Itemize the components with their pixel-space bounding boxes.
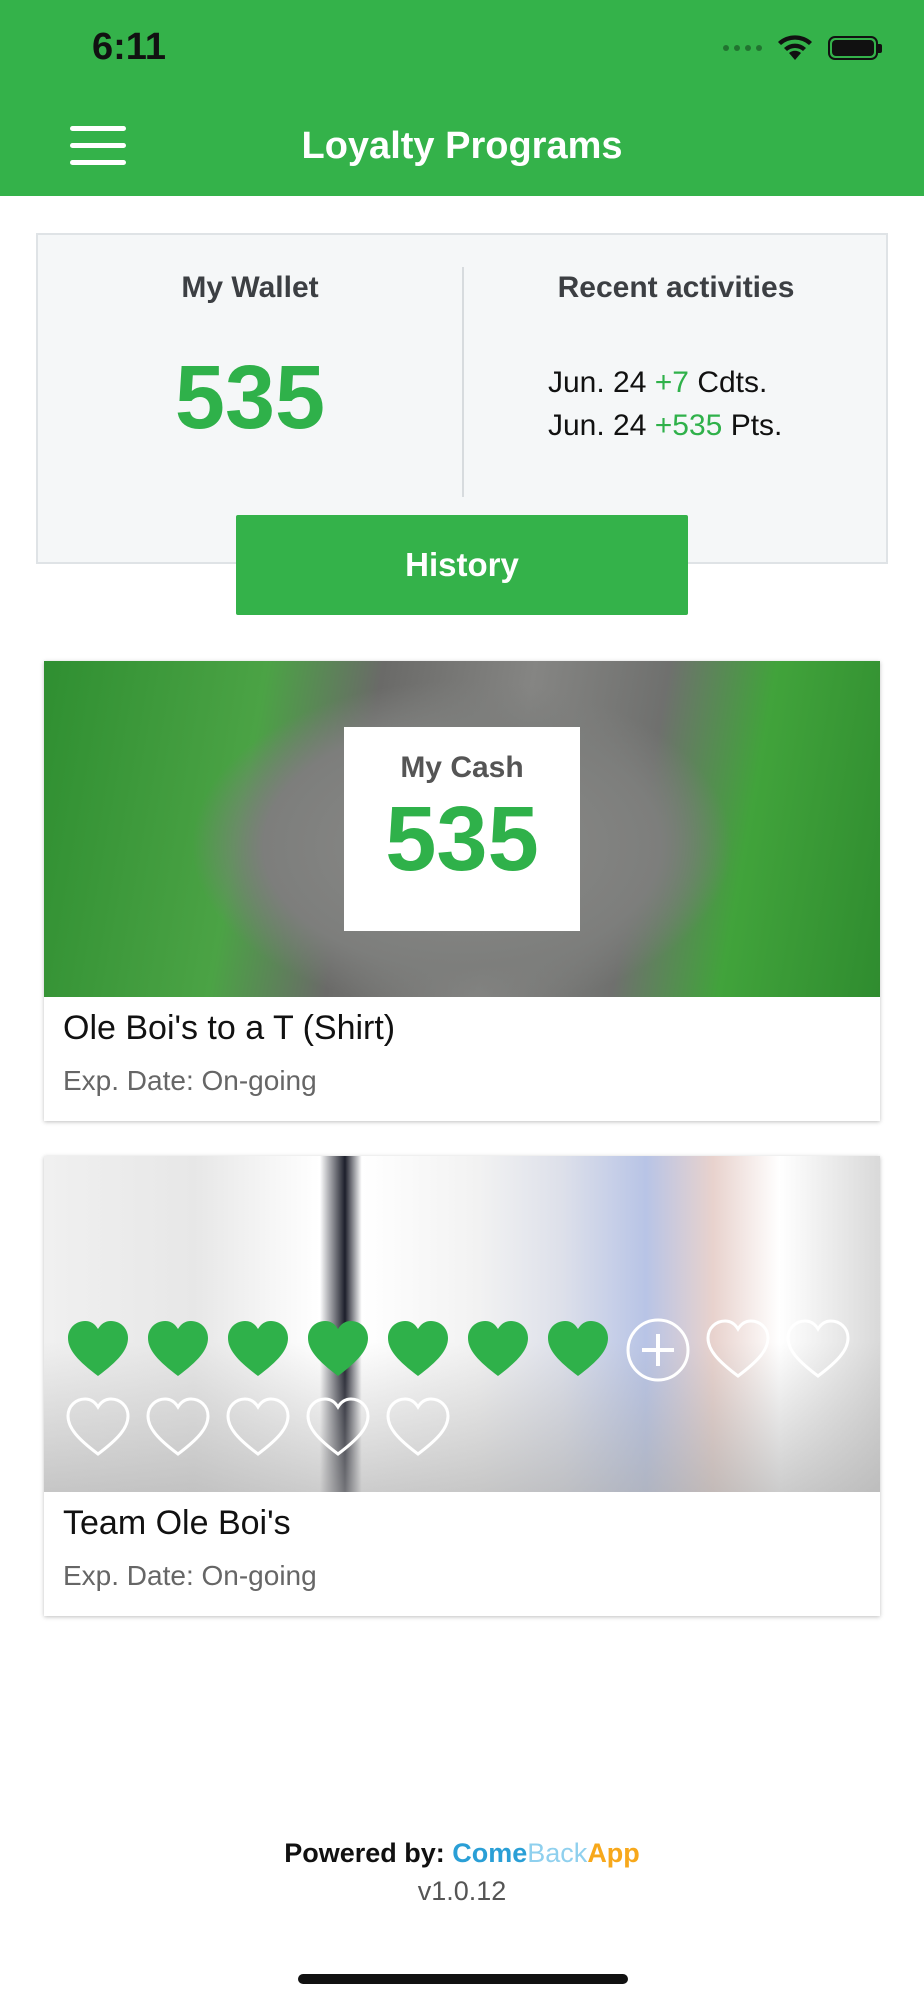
brand-logo: Come xyxy=(452,1838,528,1868)
status-time: 6:11 xyxy=(92,26,166,68)
home-indicator xyxy=(298,1974,628,1984)
stamp-card xyxy=(64,1316,880,1472)
wifi-icon xyxy=(778,35,812,60)
program-card[interactable]: Team Ole Boi's Exp. Date: On-going xyxy=(44,1156,880,1616)
program-card[interactable]: My Cash 535 Ole Boi's to a T (Shirt) Exp… xyxy=(44,661,880,1121)
program-image xyxy=(44,1156,880,1492)
program-expiry: Exp. Date: On-going xyxy=(63,1065,317,1096)
cash-value: 535 xyxy=(385,788,539,890)
heart-outline-icon xyxy=(144,1394,212,1462)
stamp-row xyxy=(64,1394,880,1462)
program-title: Team Ole Boi's xyxy=(63,1504,291,1542)
page-title: Loyalty Programs xyxy=(301,125,623,167)
battery-icon xyxy=(828,36,882,60)
heart-icon xyxy=(144,1316,212,1384)
powered-by: Powered by: ComeBackApp xyxy=(284,1838,640,1868)
heart-icon xyxy=(544,1316,612,1384)
heart-icon xyxy=(304,1316,372,1384)
heart-icon xyxy=(224,1316,292,1384)
program-title: Ole Boi's to a T (Shirt) xyxy=(63,1009,396,1047)
program-image: My Cash 535 xyxy=(44,661,880,997)
wallet-label: My Wallet xyxy=(181,271,319,304)
heart-icon xyxy=(384,1316,452,1384)
activity-list: Jun. 24 +7 Cdts. Jun. 24 +535 Pts. xyxy=(548,361,782,447)
heart-outline-icon xyxy=(784,1316,852,1384)
app-header: 6:11 Loyalty Programs xyxy=(0,0,924,196)
heart-icon xyxy=(464,1316,532,1384)
cash-label: My Cash xyxy=(400,751,524,784)
plus-icon[interactable] xyxy=(624,1316,692,1384)
signal-icon xyxy=(723,45,762,51)
heart-icon xyxy=(64,1316,132,1384)
program-expiry: Exp. Date: On-going xyxy=(63,1560,317,1591)
cash-box: My Cash 535 xyxy=(344,727,580,931)
heart-outline-icon xyxy=(384,1394,452,1462)
app-version: v1.0.12 xyxy=(417,1876,507,1906)
stamp-row xyxy=(64,1316,880,1384)
status-icons xyxy=(723,34,882,62)
history-button[interactable]: History xyxy=(236,515,688,615)
recent-activities-label: Recent activities xyxy=(557,271,795,304)
activity-item: Jun. 24 +7 Cdts. xyxy=(548,366,768,399)
heart-outline-icon xyxy=(704,1316,772,1384)
activity-item: Jun. 24 +535 Pts. xyxy=(548,409,783,442)
heart-outline-icon xyxy=(224,1394,292,1462)
wallet-balance: 535 xyxy=(174,348,326,448)
heart-outline-icon xyxy=(64,1394,132,1462)
heart-outline-icon xyxy=(304,1394,372,1462)
